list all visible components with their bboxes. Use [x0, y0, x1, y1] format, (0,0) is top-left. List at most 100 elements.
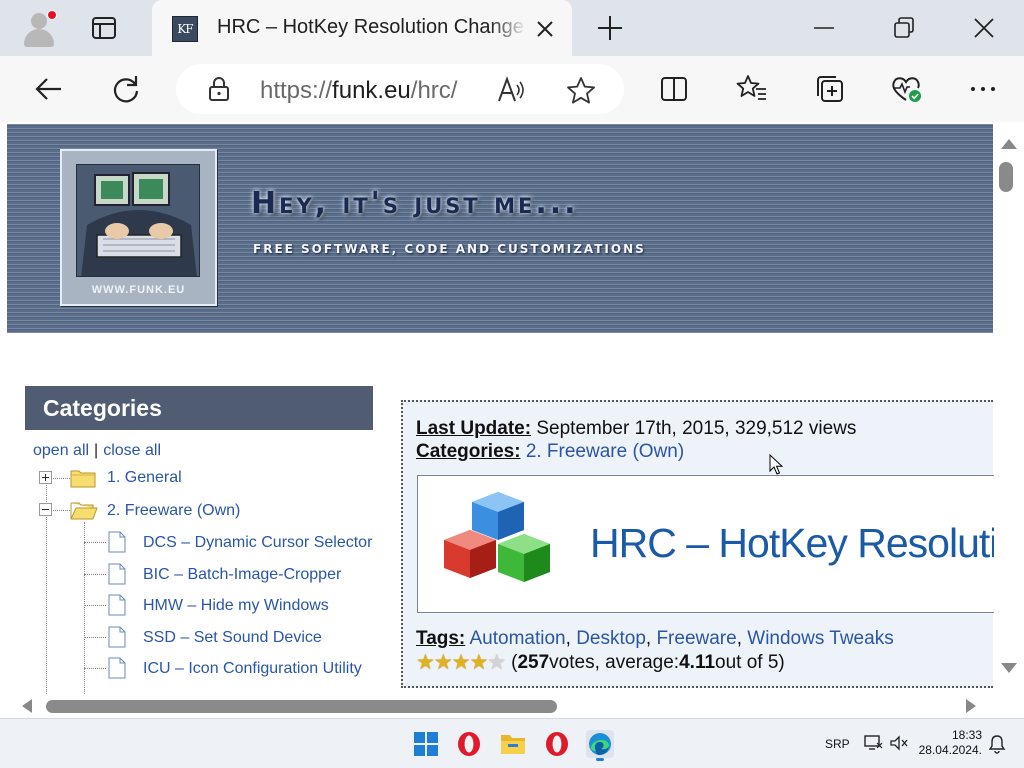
- volume-muted-icon[interactable]: [889, 734, 909, 752]
- out-of-text: out of 5): [715, 652, 785, 673]
- minimize-icon[interactable]: [810, 14, 838, 42]
- tags-line: Tags: Automation, Desktop, Freeware, Win…: [416, 628, 894, 650]
- favorite-star-icon[interactable]: [566, 76, 596, 104]
- page-icon: [108, 594, 126, 616]
- tree-connector: [84, 637, 106, 638]
- back-arrow-icon[interactable]: [32, 72, 66, 106]
- banner-title: Hey, it's just me...: [251, 186, 579, 221]
- program-title: HRC – HotKey Resoluti: [590, 520, 998, 566]
- program-banner: HRC – HotKey Resoluti: [417, 475, 998, 613]
- scroll-left-icon[interactable]: [18, 697, 36, 715]
- address-bar[interactable]: https://funk.eu/hrc/: [176, 64, 624, 114]
- vertical-scroll-thumb[interactable]: [999, 162, 1013, 192]
- tag-link[interactable]: Desktop: [576, 628, 646, 649]
- url-host: funk.eu: [332, 77, 411, 104]
- collections-icon[interactable]: [813, 72, 847, 106]
- close-tab-icon[interactable]: [534, 18, 556, 40]
- taskbar: SRP 18:33 28.04.2024.: [0, 718, 1024, 768]
- browser-toolbar: https://funk.eu/hrc/: [0, 56, 1024, 122]
- scroll-up-icon[interactable]: [998, 136, 1020, 152]
- tag-link[interactable]: Freeware: [656, 628, 736, 649]
- active-tab[interactable]: KF HRC – HotKey Resolution Change: [152, 0, 572, 56]
- expand-toggle[interactable]: [39, 471, 52, 484]
- tree-item-icu[interactable]: ICU – Icon Configuration Utility: [143, 660, 362, 678]
- tree-item-general[interactable]: 1. General: [107, 469, 182, 487]
- star-empty-icon[interactable]: ★: [487, 652, 506, 673]
- tab-favicon: KF: [172, 16, 198, 42]
- tree-item-ssd[interactable]: SSD – Set Sound Device: [143, 629, 322, 647]
- heart-pulse-icon[interactable]: [890, 72, 924, 106]
- favorites-icon[interactable]: [735, 72, 769, 106]
- tab-title: HRC – HotKey Resolution Change: [217, 16, 524, 38]
- star-filled-icon[interactable]: ★: [452, 652, 471, 673]
- opera-icon[interactable]: [543, 730, 571, 758]
- category-link[interactable]: 2. Freeware (Own): [526, 441, 684, 462]
- tree-controls: open all | close all: [33, 442, 161, 460]
- clock-date: 28.04.2024.: [918, 743, 982, 757]
- tree-connector: [84, 574, 106, 575]
- input-language[interactable]: SRP: [825, 737, 850, 751]
- read-aloud-icon[interactable]: [496, 76, 526, 104]
- open-folder-icon: [70, 500, 98, 520]
- split-screen-icon[interactable]: [657, 72, 691, 106]
- cubes-logo-icon: [442, 490, 554, 590]
- close-window-icon[interactable]: [970, 14, 998, 42]
- tree-connector: [84, 668, 106, 669]
- vertical-scrollbar[interactable]: [994, 122, 1024, 694]
- star-filled-icon[interactable]: ★: [434, 652, 453, 673]
- open-all-link[interactable]: open all: [33, 442, 89, 459]
- tag-link[interactable]: Automation: [470, 628, 566, 649]
- tag-link[interactable]: Windows Tweaks: [747, 628, 893, 649]
- profile-avatar-icon[interactable]: [20, 8, 58, 48]
- lock-icon[interactable]: [206, 76, 232, 102]
- close-all-link[interactable]: close all: [103, 442, 161, 459]
- edge-icon[interactable]: [586, 730, 614, 761]
- article-panel: Last Update: September 17th, 2015, 329,5…: [401, 400, 998, 688]
- horizontal-scroll-thumb[interactable]: [46, 700, 557, 713]
- refresh-icon[interactable]: [109, 72, 143, 106]
- clock[interactable]: 18:33 28.04.2024.: [918, 728, 982, 758]
- rating-average: 4.11: [679, 652, 716, 673]
- votes-text: votes, average:: [549, 652, 680, 673]
- star-filled-icon[interactable]: ★: [469, 652, 488, 673]
- tag-separator: ,: [645, 628, 657, 649]
- file-explorer-icon[interactable]: [499, 730, 527, 758]
- star-rating[interactable]: ★ ★ ★ ★ ★: [416, 652, 506, 673]
- tree-item-freeware[interactable]: 2. Freeware (Own): [107, 502, 240, 520]
- tree-connector: [84, 605, 106, 606]
- tree-connector: [84, 542, 106, 543]
- opera-icon[interactable]: [455, 730, 483, 758]
- star-filled-icon[interactable]: ★: [416, 652, 435, 673]
- windows-start-icon[interactable]: [412, 730, 440, 758]
- scroll-right-icon[interactable]: [962, 697, 980, 715]
- last-update-line: Last Update: September 17th, 2015, 329,5…: [416, 418, 856, 440]
- url-path: /hrc/: [410, 77, 458, 104]
- url-scheme: https://: [260, 77, 333, 104]
- vote-count: 257: [517, 652, 550, 673]
- categories-header: Categories: [25, 386, 373, 430]
- page-viewport[interactable]: WWW.FUNK.EU Hey, it's just me... Free so…: [0, 122, 1024, 718]
- tree-item-bic[interactable]: BIC – Batch-Image-Cropper: [143, 566, 341, 584]
- notification-bell-icon[interactable]: [988, 734, 1006, 754]
- address-url[interactable]: https://funk.eu/hrc/: [260, 77, 457, 105]
- tab-actions-icon[interactable]: [90, 14, 118, 42]
- last-update-label: Last Update:: [416, 418, 532, 439]
- categories-label: Categories:: [416, 441, 521, 462]
- categories-line: Categories: 2. Freeware (Own): [416, 441, 684, 463]
- collapse-toggle[interactable]: [39, 503, 52, 516]
- new-tab-plus-icon[interactable]: [596, 14, 624, 42]
- restore-icon[interactable]: [890, 14, 918, 42]
- scroll-down-icon[interactable]: [998, 660, 1020, 676]
- horizontal-scrollbar[interactable]: [0, 694, 994, 718]
- site-banner: WWW.FUNK.EU Hey, it's just me... Free so…: [7, 124, 993, 333]
- site-logo[interactable]: WWW.FUNK.EU: [60, 149, 217, 306]
- banner-subtitle: Free software, code and customizations: [253, 242, 646, 256]
- folder-icon: [70, 468, 96, 488]
- more-icon[interactable]: [966, 72, 1000, 106]
- page-icon: [108, 531, 126, 553]
- logo-artwork: [76, 164, 200, 277]
- tree-item-hmw[interactable]: HMW – Hide my Windows: [143, 597, 329, 615]
- tree-item-dcs[interactable]: DCS – Dynamic Cursor Selector: [143, 534, 372, 552]
- network-icon[interactable]: [863, 734, 883, 752]
- tree-controls-separator: |: [94, 442, 99, 459]
